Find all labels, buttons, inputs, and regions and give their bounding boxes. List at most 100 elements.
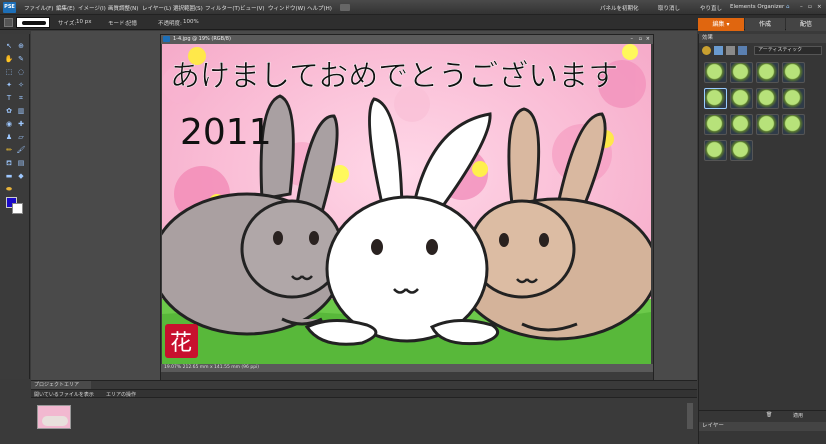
thumbnail-rabbits bbox=[42, 416, 68, 426]
tab-edit[interactable]: 編集 ▾ bbox=[698, 18, 744, 31]
magic-wand-tool-icon[interactable]: ✦ bbox=[4, 81, 14, 90]
show-open-files-dropdown[interactable]: 開いているファイルを表示 bbox=[34, 391, 94, 398]
home-icon[interactable]: ⌂ bbox=[786, 4, 790, 10]
menu-filter[interactable]: フィルター(T) bbox=[205, 4, 240, 12]
layers-panel-header[interactable]: レイヤー bbox=[699, 422, 826, 431]
effect-thumbnail[interactable] bbox=[704, 140, 727, 161]
artwork-canvas[interactable]: あけましておめでとうございます 2011 花 bbox=[162, 44, 651, 364]
marquee-tool-icon[interactable]: ⬚ bbox=[4, 68, 14, 77]
clone-stamp-tool-icon[interactable]: ♟ bbox=[4, 133, 14, 142]
brush-tool-icon[interactable]: 🖌 bbox=[16, 146, 26, 155]
area-ops-menu[interactable]: エリアの操作 bbox=[106, 391, 136, 398]
hand-tool-icon[interactable]: ✋ bbox=[4, 55, 14, 64]
size-value[interactable]: 10 px bbox=[76, 19, 92, 25]
menu-bar: PSE ファイル(F) 編集(E) イメージ(I) 画質調整(N) レイヤー(L… bbox=[0, 0, 826, 15]
effect-thumbnail[interactable] bbox=[782, 114, 805, 135]
menu-enhance[interactable]: 画質調整(N) bbox=[108, 4, 138, 12]
lasso-tool-icon[interactable]: ◌ bbox=[16, 68, 26, 77]
effect-thumbnail[interactable] bbox=[756, 62, 779, 83]
menu-image[interactable]: イメージ(I) bbox=[78, 4, 106, 12]
greeting-text: あけましておめでとうございます bbox=[170, 59, 618, 94]
effects-panel-header: 効果 bbox=[699, 34, 826, 43]
project-area-scrollbar[interactable] bbox=[687, 403, 693, 429]
trash-icon[interactable]: 🗑 bbox=[766, 412, 772, 418]
restore-icon[interactable]: ▫ bbox=[808, 4, 812, 10]
menu-help[interactable]: ヘルプ(H) bbox=[307, 4, 332, 12]
effect-thumbnail[interactable] bbox=[782, 88, 805, 109]
quick-selection-tool-icon[interactable]: ✧ bbox=[16, 81, 26, 90]
document-status-text: 19.07% 212.65 mm x 141.55 mm (96 ppi) bbox=[164, 365, 260, 370]
redo-button[interactable]: やり直し bbox=[700, 4, 722, 12]
move-tool-icon[interactable]: ↖ bbox=[4, 42, 14, 51]
effect-thumbnail[interactable] bbox=[730, 114, 753, 135]
red-eye-tool-icon[interactable]: ◉ bbox=[4, 120, 14, 129]
organizer-button[interactable]: Elements Organizer bbox=[730, 4, 784, 10]
close-icon[interactable]: × bbox=[817, 4, 822, 10]
brush-preview[interactable] bbox=[16, 17, 50, 28]
effect-thumbnail[interactable] bbox=[704, 114, 727, 135]
project-area: プロジェクトエリア 開いているファイルを表示 エリアの操作 bbox=[31, 380, 697, 444]
sponge-tool-icon[interactable]: ⬬ bbox=[4, 185, 14, 194]
effects-category-select[interactable]: アーティスティック bbox=[754, 46, 822, 55]
paint-bucket-tool-icon[interactable]: ⛾ bbox=[4, 159, 14, 168]
filters-icon[interactable] bbox=[702, 46, 711, 55]
menu-file[interactable]: ファイル(F) bbox=[24, 4, 53, 12]
undo-button[interactable]: 取り消し bbox=[658, 4, 680, 12]
straighten-tool-icon[interactable]: ▥ bbox=[16, 107, 26, 116]
effect-thumbnail-selected[interactable] bbox=[704, 88, 727, 109]
document-window: 1-4.jpg @ 19% (RGB/8) – ▫ × あけましておめでとうござ… bbox=[160, 34, 654, 382]
menu-window[interactable]: ウィンドウ(W) bbox=[268, 4, 305, 12]
menu-layer[interactable]: レイヤー(L) bbox=[142, 4, 171, 12]
effect-thumbnail[interactable] bbox=[756, 88, 779, 109]
reset-panels-button[interactable]: パネルを初期化 bbox=[600, 4, 639, 12]
effect-thumbnail[interactable] bbox=[730, 62, 753, 83]
workspace-menu-icon[interactable] bbox=[340, 4, 350, 11]
cookie-cutter-tool-icon[interactable]: ✿ bbox=[4, 107, 14, 116]
gradient-tool-icon[interactable]: ▤ bbox=[16, 159, 26, 168]
project-thumbnail[interactable] bbox=[37, 405, 71, 429]
apply-effect-button[interactable]: 適用 bbox=[793, 412, 803, 419]
mode-tabs: 編集 ▾ 作成 配信 bbox=[698, 18, 826, 31]
tab-share[interactable]: 配信 bbox=[786, 18, 826, 31]
type-tool-icon[interactable]: T bbox=[4, 94, 14, 103]
shape-tool-icon[interactable]: ▬ bbox=[4, 172, 14, 181]
mode-select[interactable]: 記憶 bbox=[126, 19, 137, 27]
doc-close-icon[interactable]: × bbox=[646, 35, 650, 44]
tab-create[interactable]: 作成 bbox=[745, 18, 785, 31]
doc-maximize-icon[interactable]: ▫ bbox=[639, 35, 642, 44]
zoom-tool-icon[interactable]: ⊕ bbox=[16, 42, 26, 51]
photo-effects-icon[interactable] bbox=[726, 46, 735, 55]
project-area-toolbar: 開いているファイルを表示 エリアの操作 bbox=[31, 389, 697, 398]
layer-styles-icon[interactable] bbox=[714, 46, 723, 55]
minimize-icon[interactable]: – bbox=[800, 4, 803, 10]
effect-thumbnail[interactable] bbox=[730, 88, 753, 109]
all-effects-icon[interactable] bbox=[738, 46, 747, 55]
effect-thumbnail[interactable] bbox=[704, 62, 727, 83]
effect-thumbnail[interactable] bbox=[730, 140, 753, 161]
eraser-tool-icon[interactable]: ▱ bbox=[16, 133, 26, 142]
doc-minimize-icon[interactable]: – bbox=[631, 35, 634, 44]
spot-healing-tool-icon[interactable]: ✚ bbox=[16, 120, 26, 129]
effect-thumbnail[interactable] bbox=[782, 62, 805, 83]
effect-thumbnail[interactable] bbox=[756, 114, 779, 135]
tab-edit-label: 編集 bbox=[712, 21, 725, 28]
menu-select[interactable]: 選択範囲(S) bbox=[173, 4, 203, 12]
document-title-bar: 1-4.jpg @ 19% (RGB/8) – ▫ × bbox=[161, 35, 653, 44]
background-color-swatch[interactable] bbox=[12, 203, 23, 214]
toolbox: ↖ ⊕ ✋ ✎ ⬚ ◌ ✦ ✧ T ⌗ ✿ ▥ ◉ ✚ ♟ ▱ ✏ 🖌 ⛾ ▤ … bbox=[0, 34, 30, 379]
crop-tool-icon[interactable]: ⌗ bbox=[16, 94, 26, 103]
menu-view[interactable]: ビュー(V) bbox=[240, 4, 265, 12]
app-logo: PSE bbox=[3, 2, 16, 13]
tool-preset-icon[interactable] bbox=[4, 18, 13, 27]
menu-edit[interactable]: 編集(E) bbox=[56, 4, 75, 12]
eyedropper-tool-icon[interactable]: ✎ bbox=[16, 55, 26, 64]
opacity-value[interactable]: 100% bbox=[183, 19, 199, 25]
project-area-tab[interactable]: プロジェクトエリア bbox=[31, 381, 91, 389]
blur-tool-icon[interactable]: ◆ bbox=[16, 172, 26, 181]
document-title: 1-4.jpg @ 19% (RGB/8) bbox=[173, 36, 231, 42]
size-label: サイズ: bbox=[58, 21, 77, 27]
panel-divider bbox=[699, 410, 826, 411]
pencil-tool-icon[interactable]: ✏ bbox=[4, 146, 14, 155]
mode-label: モード: bbox=[108, 21, 127, 27]
effects-panel: 効果 アーティスティック 🗑 適用 レイヤー bbox=[698, 34, 826, 444]
